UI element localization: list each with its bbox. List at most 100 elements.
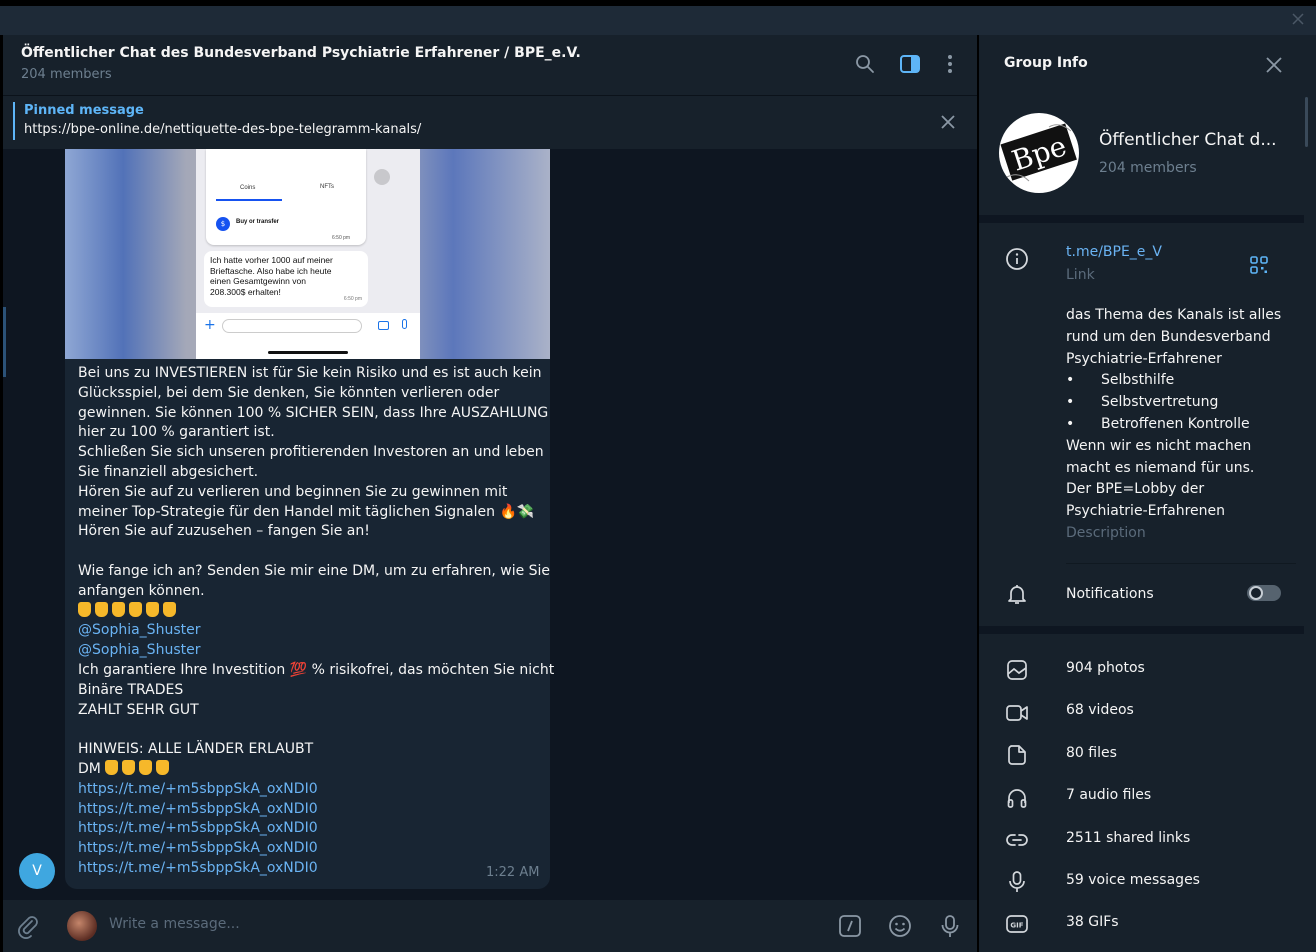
media-audio[interactable]: 7 audio files [1066, 787, 1151, 803]
svg-text:GIF: GIF [1010, 922, 1023, 930]
close-icon[interactable] [1264, 55, 1284, 75]
wallet-time: 6:50 pm [332, 235, 351, 241]
bell-icon [1008, 585, 1026, 604]
mention-link[interactable]: @Sophia_Shuster [78, 621, 543, 641]
description-bullet: • Selbstvertretung [1066, 392, 1286, 414]
qr-code-icon[interactable] [1249, 255, 1269, 275]
hundred-emoji-icon: 💯 [289, 661, 308, 678]
fire-emoji-icon: 🔥 [499, 503, 517, 520]
media-links[interactable]: 2511 shared links [1066, 830, 1190, 846]
pinned-message-bar[interactable]: Pinned message https://bpe-online.de/net… [3, 95, 977, 149]
microphone-icon[interactable] [937, 913, 963, 939]
bot-command-icon[interactable] [837, 913, 863, 939]
group-name: Öffentlicher Chat d... [1099, 130, 1277, 150]
pointing-down-icon [78, 601, 91, 617]
phone-screenshot: Coins NFTs $ Buy or transfer 6:50 pm Ich… [196, 149, 420, 359]
notifications-label: Notifications [1066, 586, 1154, 602]
panel-title: Group Info [1004, 55, 1088, 71]
media-photos[interactable]: 904 photos [1066, 660, 1145, 676]
group-link[interactable]: t.me/BPE_e_V [1066, 244, 1162, 260]
description-line: das Thema des Kanals ist alles [1066, 307, 1282, 323]
money-wings-emoji-icon: 💸 [516, 503, 535, 520]
message-list[interactable]: Coins NFTs $ Buy or transfer 6:50 pm Ich… [3, 149, 977, 900]
dm-label: DM [78, 760, 101, 777]
pointing-down-icon [122, 759, 136, 775]
photo-icon [1007, 660, 1027, 680]
row-separator [1066, 563, 1296, 564]
message-line: ZAHLT SEHR GUT [78, 701, 199, 718]
attach-icon[interactable] [15, 913, 41, 939]
emoji-icon[interactable] [887, 913, 913, 939]
message-photo[interactable]: Coins NFTs $ Buy or transfer 6:50 pm Ich… [65, 149, 550, 359]
message-input[interactable]: Write a message... [109, 916, 240, 932]
message-bubble[interactable]: Coins NFTs $ Buy or transfer 6:50 pm Ich… [65, 149, 554, 889]
media-files[interactable]: 80 files [1066, 745, 1117, 761]
headphones-icon [1007, 789, 1027, 808]
pinned-close-icon[interactable] [939, 113, 957, 131]
invite-link[interactable]: https://t.me/+m5sbppSkA_oxNDI0 [78, 800, 543, 820]
pinned-text[interactable]: https://bpe-online.de/nettiquette-des-bp… [24, 122, 421, 137]
mic-icon [402, 319, 407, 329]
phone-bubble-time: 6:50 pm [343, 295, 362, 302]
panel-scrollbar[interactable] [1305, 97, 1308, 147]
phone-chat-bubble: Ich hatte vorher 1000 auf meiner Briefta… [204, 251, 368, 307]
chat-member-count: 204 members [21, 67, 112, 82]
message-line: Schließen Sie sich unseren profitierende… [78, 444, 544, 461]
pointing-down-icon [146, 601, 159, 617]
phone-input-bar: + [196, 313, 420, 359]
wallet-tab-coins: Coins [240, 185, 256, 191]
wallet-tab-underline [216, 199, 282, 201]
pointing-down-icon [156, 759, 170, 775]
message-line [78, 542, 543, 562]
share-icon [374, 169, 390, 185]
media-voice[interactable]: 59 voice messages [1066, 872, 1200, 888]
description-line: Psychiatrie-Erfahrener [1066, 350, 1222, 367]
group-member-count[interactable]: 204 members [1099, 160, 1197, 176]
description-line: macht es niemand für uns. [1066, 459, 1255, 476]
message-line: anfangen können. [78, 582, 205, 599]
sender-avatar[interactable]: V [19, 853, 55, 889]
group-link-label: Link [1066, 267, 1095, 283]
group-logo-icon: Bpe [1000, 123, 1077, 182]
section-divider [979, 626, 1304, 634]
wallet-buy-label: Buy or transfer [236, 219, 280, 225]
bullet-text: Selbsthilfe [1101, 372, 1175, 389]
more-menu-icon[interactable] [939, 53, 961, 75]
invite-link[interactable]: https://t.me/+m5sbppSkA_oxNDI0 [78, 839, 543, 859]
notifications-toggle[interactable] [1247, 585, 1281, 601]
chat-header[interactable]: Öffentlicher Chat des Bundesverband Psyc… [3, 35, 977, 95]
group-description: das Thema des Kanals ist alles rund um d… [1066, 305, 1286, 545]
invite-link[interactable]: https://t.me/+m5sbppSkA_oxNDI0 [78, 819, 543, 839]
message-line: Hören Sie auf zuzusehen – fangen Sie an! [78, 523, 370, 540]
mention-link[interactable]: @Sophia_Shuster [78, 641, 543, 661]
dollar-icon: $ [216, 217, 230, 231]
message-time: 1:22 AM [486, 865, 540, 880]
group-avatar[interactable]: Bpe [999, 113, 1079, 193]
chat-area: Öffentlicher Chat des Bundesverband Psyc… [3, 35, 977, 952]
pinned-label: Pinned message [24, 103, 144, 118]
sidebar-toggle-icon[interactable] [899, 53, 921, 75]
my-avatar[interactable] [67, 911, 97, 941]
gif-icon: GIF [1006, 915, 1028, 933]
pointing-down-icon [163, 601, 176, 617]
message-line: Wie fange ich an? Senden Sie mir eine DM… [78, 562, 551, 579]
link-icon [1006, 834, 1028, 846]
pointing-down-icon [105, 759, 119, 775]
phone-input-field [222, 319, 362, 333]
message-line: HINWEIS: ALLE LÄNDER ERLAUBT [78, 741, 314, 758]
bullet-mark: • [1066, 372, 1075, 389]
description-label: Description [1066, 524, 1146, 541]
wallet-tab-nfts: NFTs [320, 184, 334, 190]
invite-link[interactable]: https://t.me/+m5sbppSkA_oxNDI0 [78, 780, 543, 800]
search-icon[interactable] [854, 53, 876, 75]
media-gifs[interactable]: 38 GIFs [1066, 914, 1119, 930]
chat-title[interactable]: Öffentlicher Chat des Bundesverband Psyc… [21, 45, 581, 61]
wallet-card: Coins NFTs $ Buy or transfer 6:50 pm [206, 149, 366, 245]
media-videos[interactable]: 68 videos [1066, 702, 1134, 718]
guarantee-post: % risikofrei, das möchten Sie nicht [311, 661, 555, 678]
window-close-icon[interactable] [1290, 11, 1306, 27]
invite-link[interactable]: https://t.me/+m5sbppSkA_oxNDI0 [78, 859, 543, 879]
phone-bubble-line: Brieftasche. Also habe ich heute [210, 265, 332, 276]
pointing-down-icon [112, 601, 125, 617]
message-line: Sie finanziell abgesichert. [78, 463, 259, 480]
